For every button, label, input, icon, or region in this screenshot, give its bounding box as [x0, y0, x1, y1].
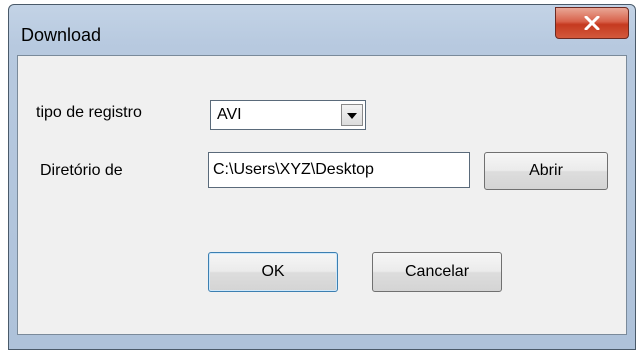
download-dialog: Download tipo de registro AVI Diretório …	[8, 4, 636, 350]
title-bar[interactable]: Download	[9, 5, 635, 55]
ok-button[interactable]: OK	[208, 252, 338, 292]
close-icon	[584, 16, 600, 30]
cancel-button[interactable]: Cancelar	[372, 252, 502, 292]
record-type-select[interactable]: AVI	[210, 100, 366, 130]
directory-label: Diretório de	[40, 162, 123, 179]
open-button[interactable]: Abrir	[484, 152, 608, 190]
dropdown-button[interactable]	[341, 104, 363, 126]
close-button[interactable]	[555, 7, 629, 39]
record-type-label: tipo de registro	[36, 104, 142, 121]
dialog-body: tipo de registro AVI Diretório de Abrir …	[17, 55, 627, 335]
window-title: Download	[21, 25, 102, 45]
chevron-down-icon	[347, 106, 357, 124]
record-type-value: AVI	[217, 106, 242, 123]
directory-input[interactable]	[208, 152, 470, 188]
